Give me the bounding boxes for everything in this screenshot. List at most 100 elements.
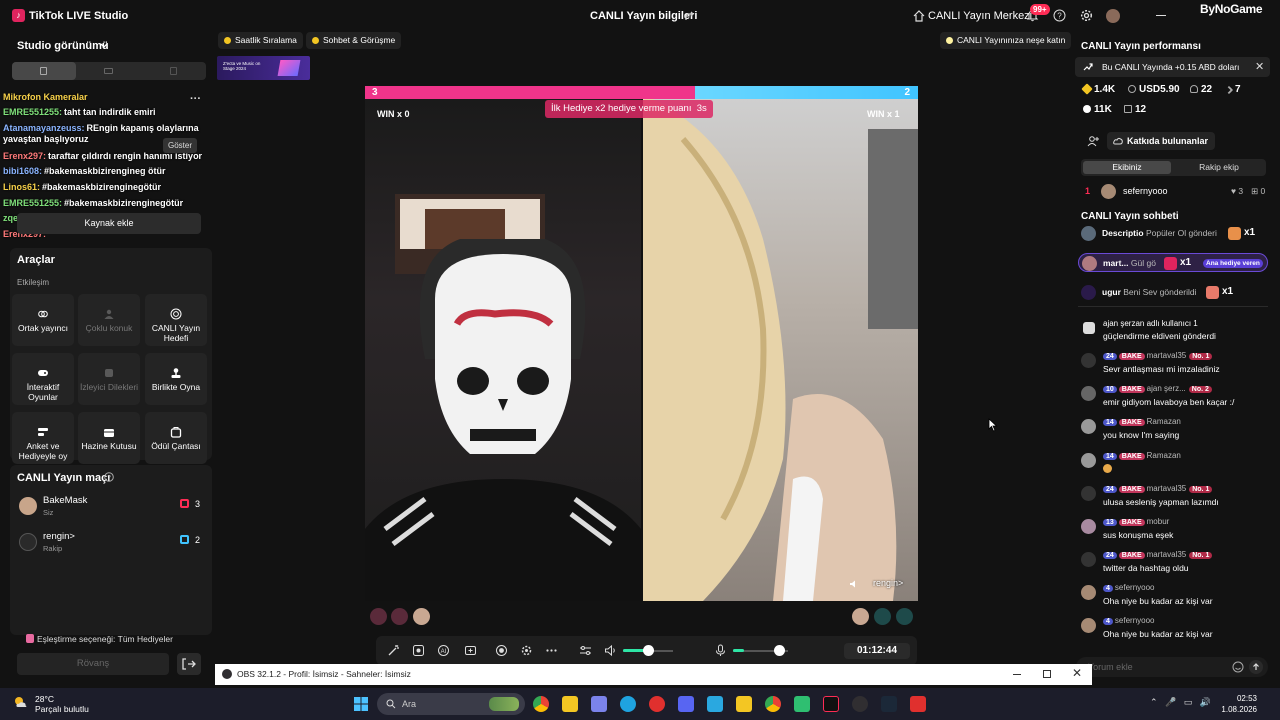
- weather-text[interactable]: 28°C Parçalı bulutlu: [35, 694, 89, 714]
- chat-call-chip[interactable]: Sohbet & Görüşme: [306, 32, 402, 49]
- speaker-icon[interactable]: [604, 644, 617, 657]
- multi-layout-button[interactable]: [142, 62, 206, 80]
- home-icon[interactable]: [913, 10, 925, 22]
- rematch-button[interactable]: Rövanş: [17, 653, 169, 675]
- taskbar-search[interactable]: Ara: [377, 693, 525, 715]
- landscape-layout-button[interactable]: [77, 62, 141, 80]
- pairing-option[interactable]: Eşleştirme seçeneği: Tüm Hediyeler: [37, 634, 173, 644]
- gift-notification[interactable]: Descriptio Popüler Ol gönderi x1: [1078, 224, 1268, 243]
- tool-poll[interactable]: Anket ve Hediyeyle oy: [12, 412, 74, 464]
- chrome-icon[interactable]: [533, 696, 549, 712]
- portrait-layout-button[interactable]: [12, 62, 76, 80]
- avatar[interactable]: [874, 608, 891, 625]
- gift-notification[interactable]: ugur Beni Sev gönderildi x1: [1078, 283, 1268, 302]
- help-icon[interactable]: ?: [104, 472, 114, 482]
- tab-your-team[interactable]: Ekibiniz: [1083, 161, 1171, 174]
- magic-wand-icon[interactable]: [387, 644, 400, 657]
- chat-message[interactable]: 14 BAKE Ramazan you know I'm saying: [1081, 417, 1271, 447]
- minimize-icon[interactable]: [1156, 15, 1166, 16]
- avatar[interactable]: [852, 608, 869, 625]
- mic-slider-knob[interactable]: [774, 645, 785, 656]
- chat-message[interactable]: 13 BAKE mobur sus konuşma eşek: [1081, 517, 1271, 547]
- user-add-icon[interactable]: [1087, 135, 1099, 147]
- tiktok-icon[interactable]: [823, 696, 839, 712]
- earnings-promo[interactable]: Bu CANLI Yayında +0.15 ABD doları ✕: [1075, 57, 1270, 77]
- tool-treasure-box[interactable]: Hazine Kutusu: [78, 412, 140, 464]
- chrome-profile-icon[interactable]: [765, 696, 781, 712]
- steam-icon[interactable]: [881, 696, 897, 712]
- comment-input[interactable]: Yorum ekle: [1076, 657, 1268, 677]
- exit-match-icon[interactable]: [177, 653, 201, 675]
- gear-icon[interactable]: [1080, 9, 1093, 22]
- discord-icon[interactable]: [678, 696, 694, 712]
- obs-window-bar[interactable]: OBS 32.1.2 - Profil: İsimsiz - Sahneler:…: [215, 664, 1092, 685]
- live-video-preview[interactable]: 3 2 İlk Hediye x2 hediye verme puanı 3s …: [365, 86, 918, 601]
- opponent-tag[interactable]: rengin>: [873, 578, 903, 588]
- volume-slider-knob[interactable]: [643, 645, 654, 656]
- teams-icon[interactable]: [591, 696, 607, 712]
- help-icon[interactable]: ?: [1053, 9, 1066, 22]
- spotify-icon[interactable]: [794, 696, 810, 712]
- tip-chip[interactable]: CANLI Yayınınıza neşe katın: [940, 32, 1072, 49]
- chat-message[interactable]: 4 sefernyooo Oha niye bu kadar az kişi va…: [1081, 583, 1271, 613]
- share-icon[interactable]: [684, 10, 696, 22]
- chevron-down-icon[interactable]: [100, 42, 108, 50]
- chat-message[interactable]: 24 BAKE martaval35 No. 1 Sevr antlaşması mi…: [1081, 351, 1271, 381]
- live-center-link[interactable]: CANLI Yayın Merkezi: [928, 10, 1032, 22]
- system-tray[interactable]: ⌃ 🎤 ▭ 🔊: [1150, 697, 1211, 708]
- avatar[interactable]: [896, 608, 913, 625]
- close-icon[interactable]: ✕: [1072, 666, 1082, 680]
- file-explorer-icon[interactable]: [562, 696, 578, 712]
- edge-icon[interactable]: [620, 696, 636, 712]
- tool-play-together[interactable]: Birlikte Oyna: [145, 353, 207, 405]
- avatar[interactable]: [413, 608, 430, 625]
- maximize-icon[interactable]: [1043, 670, 1051, 678]
- chat-message[interactable]: 24 BAKE martaval35 No. 1 ulusa sesleniş yap…: [1081, 484, 1271, 514]
- profile-avatar[interactable]: [1106, 9, 1120, 23]
- gift-notification-top[interactable]: mart... Gül gö x1 Ana hediye veren: [1078, 253, 1268, 272]
- microphone-icon[interactable]: [714, 644, 727, 657]
- tab-rival-team[interactable]: Rakip ekip: [1175, 161, 1263, 174]
- minimize-icon[interactable]: [1013, 674, 1021, 675]
- hourly-ranking-chip[interactable]: Saatlik Sıralama: [218, 32, 303, 49]
- tool-viewer-wishes[interactable]: İzleyici Dilekleri: [78, 353, 140, 405]
- contributor-row[interactable]: 1 sefernyooo ♥ 3 ⊞ 0: [1081, 184, 1266, 200]
- avatar[interactable]: [370, 608, 387, 625]
- weather-icon[interactable]: [12, 694, 30, 710]
- chat-message[interactable]: ajan şerzan adlı kullanıcı 1 güçlendirme…: [1081, 319, 1271, 349]
- volume-icon[interactable]: [849, 579, 859, 589]
- beauty-icon[interactable]: AI: [437, 644, 450, 657]
- live-info-title[interactable]: CANLI Yayın bilgileri: [590, 10, 697, 22]
- obs-taskbar-icon[interactable]: [852, 696, 868, 712]
- more-options-icon[interactable]: ···: [190, 93, 201, 105]
- add-source-button[interactable]: Kaynak ekle: [17, 213, 201, 234]
- youtube-icon[interactable]: [910, 696, 926, 712]
- tool-reward-bag[interactable]: Ödül Çantası: [145, 412, 207, 464]
- chat-message[interactable]: 4 sefernyooo Oha niye bu kadar az kişi va…: [1081, 616, 1271, 646]
- studio-view-dropdown[interactable]: Studio görünümü: [17, 40, 109, 52]
- windows-start-icon[interactable]: [353, 696, 369, 712]
- send-icon[interactable]: [1249, 660, 1263, 674]
- more-icon[interactable]: [545, 644, 558, 657]
- record-icon[interactable]: [495, 644, 508, 657]
- close-icon[interactable]: ✕: [1255, 60, 1264, 73]
- tool-live-goal[interactable]: CANLI Yayın Hedefi: [145, 294, 207, 346]
- event-banner[interactable]: Z'ecta ve Music on Stage 2024: [217, 56, 310, 80]
- add-media-icon[interactable]: [464, 644, 477, 657]
- folder-icon[interactable]: [736, 696, 752, 712]
- clock[interactable]: 02:53 1.08.2026: [1217, 693, 1257, 715]
- contributors-button[interactable]: Katkıda bulunanlar: [1107, 132, 1216, 150]
- opera-icon[interactable]: [649, 696, 665, 712]
- tool-multi-guest[interactable]: Çoklu konuk: [78, 294, 140, 346]
- chat-message[interactable]: 24 BAKE martaval35 No. 1 twitter da hashtag…: [1081, 550, 1271, 580]
- emoji-icon[interactable]: [1232, 661, 1244, 673]
- chat-message[interactable]: 10 BAKE ajan şerz... No. 2 emir gidiyom lav…: [1081, 384, 1271, 414]
- filter-icon[interactable]: [520, 644, 533, 657]
- chat-message[interactable]: 14 BAKE Ramazan: [1081, 451, 1271, 481]
- settings-sliders-icon[interactable]: [579, 644, 592, 657]
- tool-interactive-games[interactable]: İnteraktif Oyunlar: [12, 353, 74, 405]
- effects-icon[interactable]: [412, 644, 425, 657]
- tool-co-host[interactable]: Ortak yayıncı: [12, 294, 74, 346]
- store-icon[interactable]: [707, 696, 723, 712]
- avatar[interactable]: [391, 608, 408, 625]
